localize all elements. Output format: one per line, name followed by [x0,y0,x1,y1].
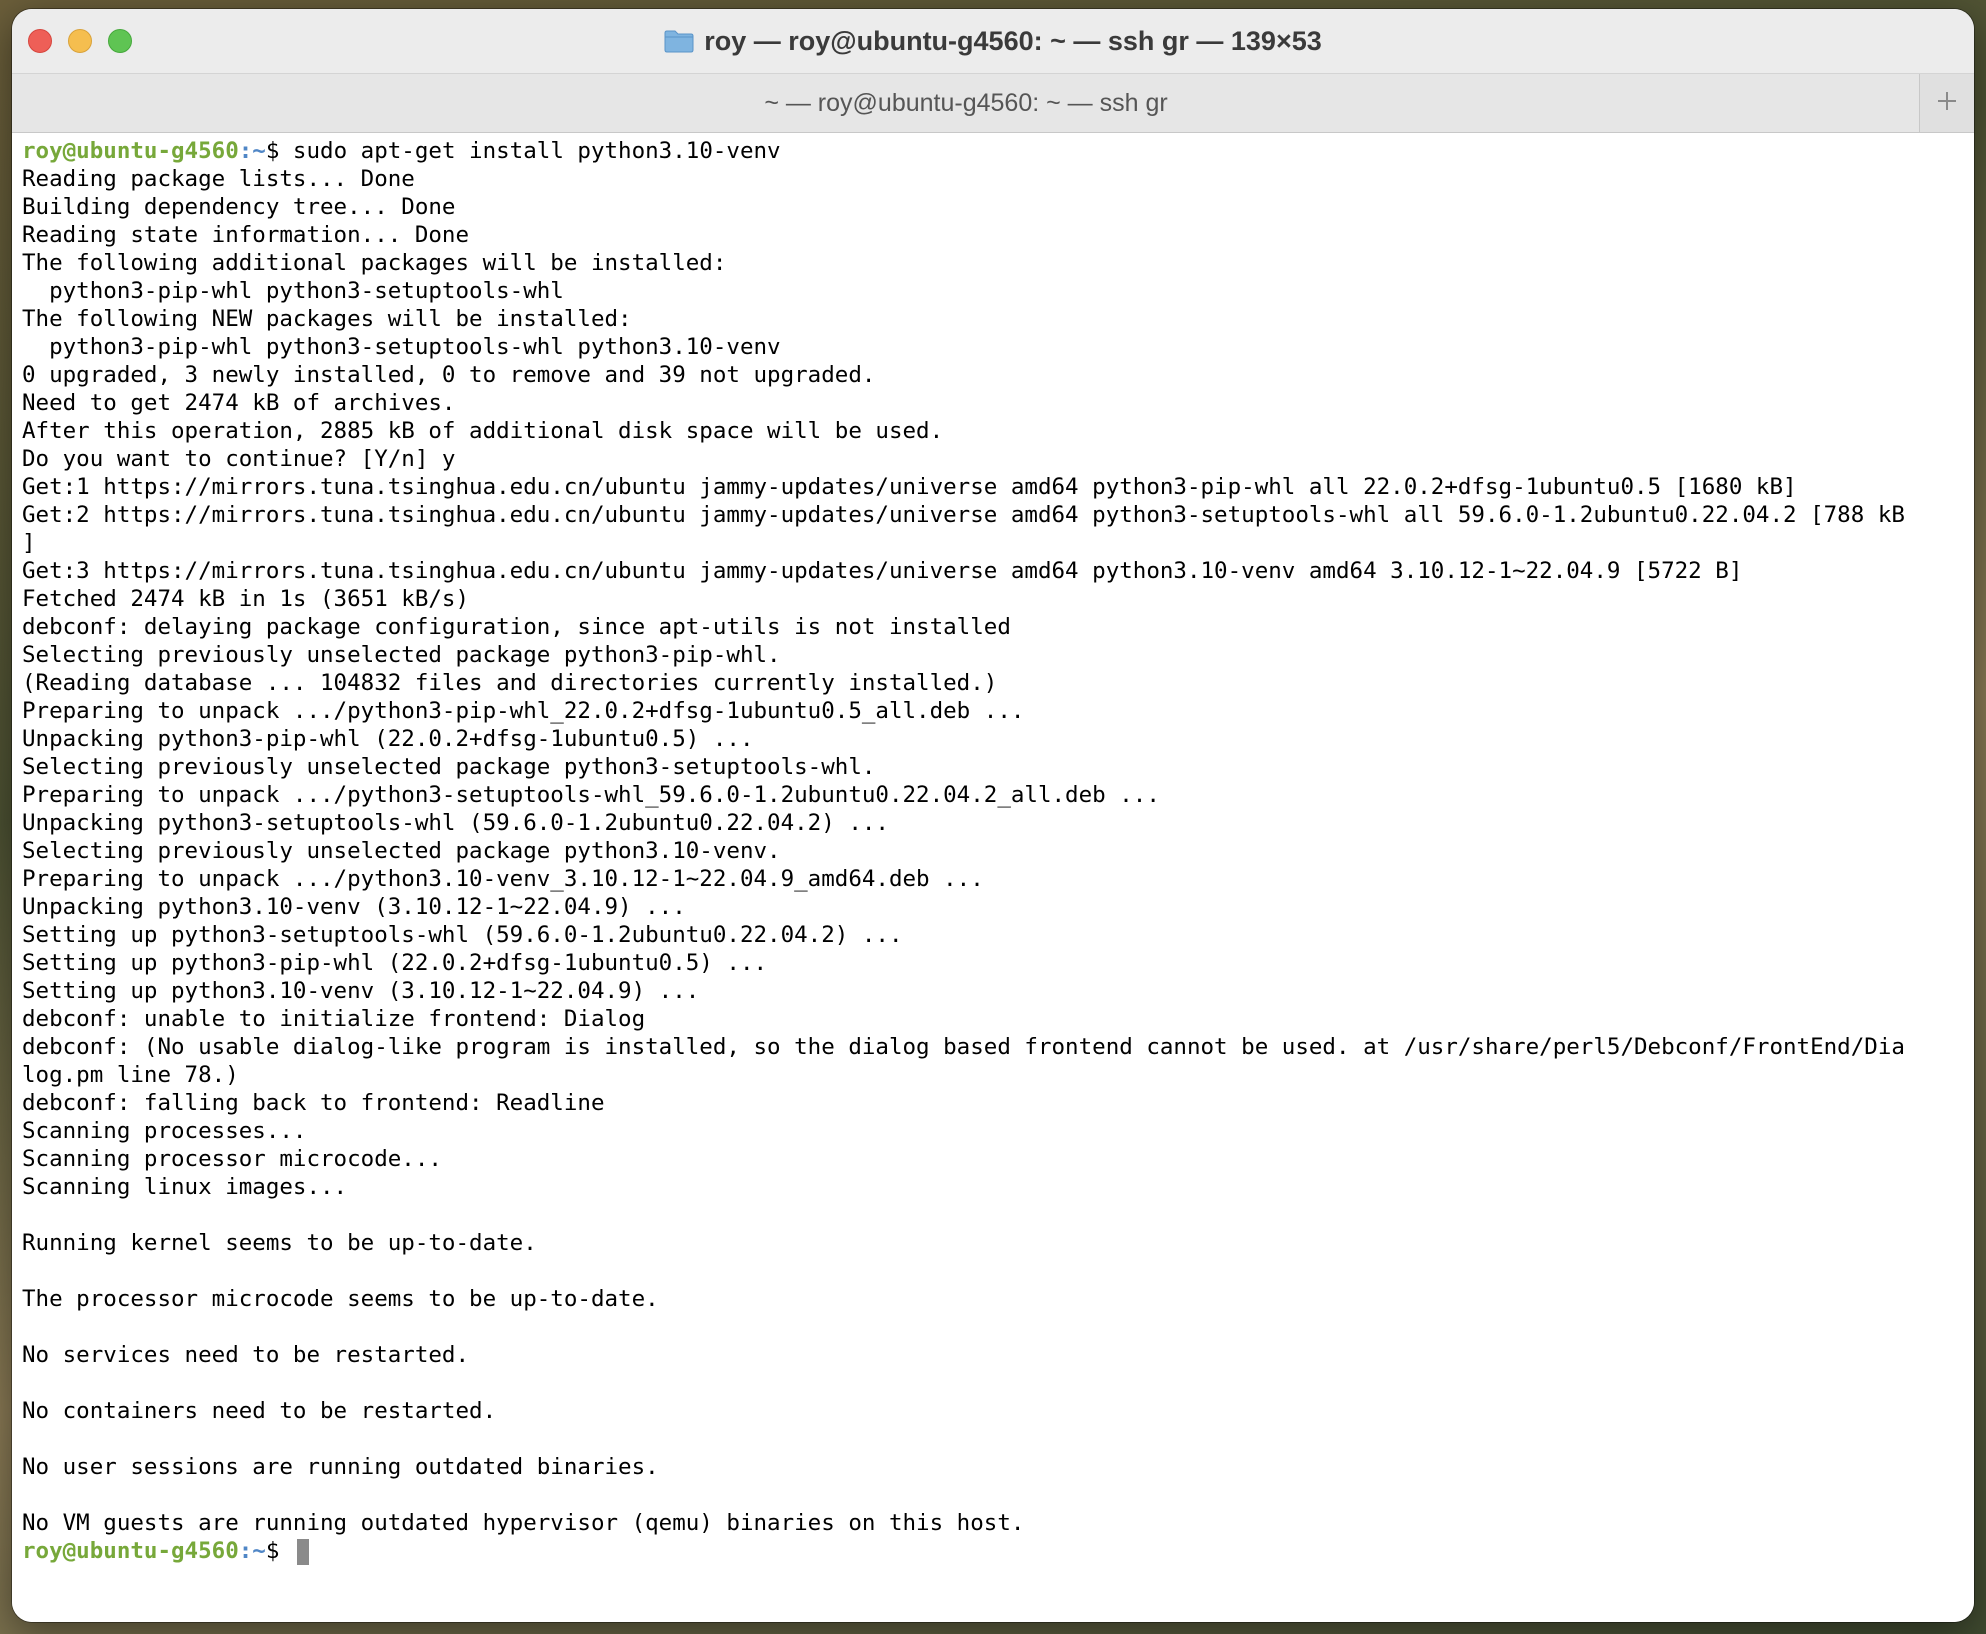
output-line: Unpacking python3.10-venv (3.10.12-1~22.… [22,894,686,920]
prompt-symbol: $ [265,1538,293,1564]
output-line: Need to get 2474 kB of archives. [22,390,456,416]
command-text: sudo apt-get install python3.10-venv [279,138,781,164]
output-line: Reading package lists... Done [22,166,415,192]
output-line: Running kernel seems to be up-to-date. [22,1230,537,1256]
tab-bar: ~ — roy@ubuntu-g4560: ~ — ssh gr [12,73,1974,133]
output-line: python3-pip-whl python3-setuptools-whl [22,278,564,304]
output-line: debconf: unable to initialize frontend: … [22,1006,646,1032]
output-line: Fetched 2474 kB in 1s (3651 kB/s) [22,586,470,612]
output-line: Scanning processor microcode... [22,1146,442,1172]
output-line: Scanning processes... [22,1118,307,1144]
output-line: Get:2 https://mirrors.tuna.tsinghua.edu.… [22,502,1905,528]
output-line: No services need to be restarted. [22,1342,470,1368]
window-title-container: roy — roy@ubuntu-g4560: ~ — ssh gr — 139… [12,9,1974,73]
output-line: Reading state information... Done [22,222,470,248]
title-bar[interactable]: roy — roy@ubuntu-g4560: ~ — ssh gr — 139… [12,9,1974,73]
prompt-path: :~ [238,1538,266,1564]
output-line: Preparing to unpack .../python3-pip-whl_… [22,698,1025,724]
output-line: Unpacking python3-setuptools-whl (59.6.0… [22,810,889,836]
tab-ssh-session[interactable]: ~ — roy@ubuntu-g4560: ~ — ssh gr [12,74,1920,132]
output-line: debconf: delaying package configuration,… [22,614,1011,640]
output-line: Setting up python3-setuptools-whl (59.6.… [22,922,903,948]
output-line: No containers need to be restarted. [22,1398,497,1424]
output-line: Get:3 https://mirrors.tuna.tsinghua.edu.… [22,558,1743,584]
terminal-output-area[interactable]: roy@ubuntu-g4560:~$ sudo apt-get install… [12,133,1974,1622]
prompt-user-host: roy@ubuntu-g4560 [22,1538,239,1564]
output-line: No user sessions are running outdated bi… [22,1454,659,1480]
output-line: Scanning linux images... [22,1174,348,1200]
output-line: After this operation, 2885 kB of additio… [22,418,944,444]
window-title: roy — roy@ubuntu-g4560: ~ — ssh gr — 139… [704,25,1322,56]
output-line: Selecting previously unselected package … [22,642,781,668]
output-line: (Reading database ... 104832 files and d… [22,670,998,696]
tab-label: ~ — roy@ubuntu-g4560: ~ — ssh gr [764,88,1168,117]
output-line: Setting up python3.10-venv (3.10.12-1~22… [22,978,700,1004]
prompt-symbol: $ [265,138,280,164]
output-line: Preparing to unpack .../python3-setuptoo… [22,782,1160,808]
output-line: Unpacking python3-pip-whl (22.0.2+dfsg-1… [22,726,754,752]
final-prompt-line: roy@ubuntu-g4560:~$ [22,1537,1974,1565]
text-cursor [296,1538,309,1565]
output-line: Building dependency tree... Done [22,194,456,220]
output-line: 0 upgraded, 3 newly installed, 0 to remo… [22,362,876,388]
command-line: roy@ubuntu-g4560:~$ sudo apt-get install… [22,137,1974,165]
output-lines: Reading package lists... Done Building de… [22,165,1974,1537]
plus-icon [1936,90,1958,117]
output-line: log.pm line 78.) [22,1062,239,1088]
output-line: Setting up python3-pip-whl (22.0.2+dfsg-… [22,950,768,976]
terminal-window: roy — roy@ubuntu-g4560: ~ — ssh gr — 139… [12,9,1974,1622]
output-line: debconf: (No usable dialog-like program … [22,1034,1905,1060]
output-line: Get:1 https://mirrors.tuna.tsinghua.edu.… [22,474,1797,500]
new-tab-button[interactable] [1919,74,1974,132]
output-line: ] [22,530,36,556]
prompt-user-host: roy@ubuntu-g4560 [22,138,239,164]
output-line: The processor microcode seems to be up-t… [22,1286,659,1312]
output-line: Selecting previously unselected package … [22,838,781,864]
output-line: The following NEW packages will be insta… [22,306,632,332]
output-line: debconf: falling back to frontend: Readl… [22,1090,605,1116]
prompt-path: :~ [238,138,266,164]
output-line: Selecting previously unselected package … [22,754,876,780]
output-line: python3-pip-whl python3-setuptools-whl p… [22,334,781,360]
output-line: No VM guests are running outdated hyperv… [22,1510,1025,1536]
output-line: Preparing to unpack .../python3.10-venv_… [22,866,984,892]
output-line: The following additional packages will b… [22,250,727,276]
output-line: Do you want to continue? [Y/n] y [22,446,456,472]
folder-icon [664,30,694,53]
